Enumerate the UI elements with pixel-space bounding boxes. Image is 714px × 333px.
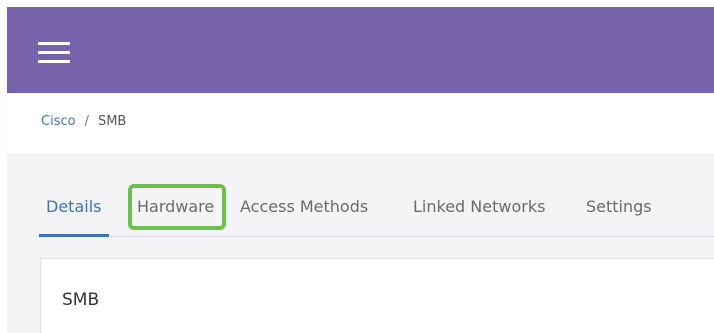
top-app-bar bbox=[7, 7, 714, 93]
tab-bar: Details Hardware Access Methods Linked N… bbox=[39, 179, 714, 237]
breadcrumb-link-cisco[interactable]: Cisco bbox=[41, 114, 76, 129]
highlight-box bbox=[128, 184, 226, 230]
breadcrumb-current: SMB bbox=[97, 114, 127, 129]
tab-details[interactable]: Details bbox=[46, 197, 101, 216]
tab-access-methods[interactable]: Access Methods bbox=[240, 197, 368, 216]
page: Cisco / SMB Details Hardware Access Method… bbox=[0, 0, 714, 333]
card-title: SMB bbox=[62, 290, 100, 310]
hamburger-menu-icon[interactable] bbox=[38, 40, 70, 65]
menu-line bbox=[38, 60, 70, 63]
menu-line bbox=[38, 51, 70, 54]
details-card: SMB bbox=[40, 258, 714, 333]
main-content: Details Hardware Access Methods Linked N… bbox=[7, 153, 714, 333]
breadcrumb: Cisco / SMB bbox=[41, 114, 126, 129]
active-tab-indicator bbox=[39, 234, 109, 237]
tab-linked-networks[interactable]: Linked Networks bbox=[413, 197, 545, 216]
breadcrumb-separator: / bbox=[84, 114, 89, 129]
breadcrumb-bar: Cisco / SMB bbox=[7, 93, 714, 153]
menu-line bbox=[38, 42, 70, 45]
tab-settings[interactable]: Settings bbox=[586, 197, 652, 216]
